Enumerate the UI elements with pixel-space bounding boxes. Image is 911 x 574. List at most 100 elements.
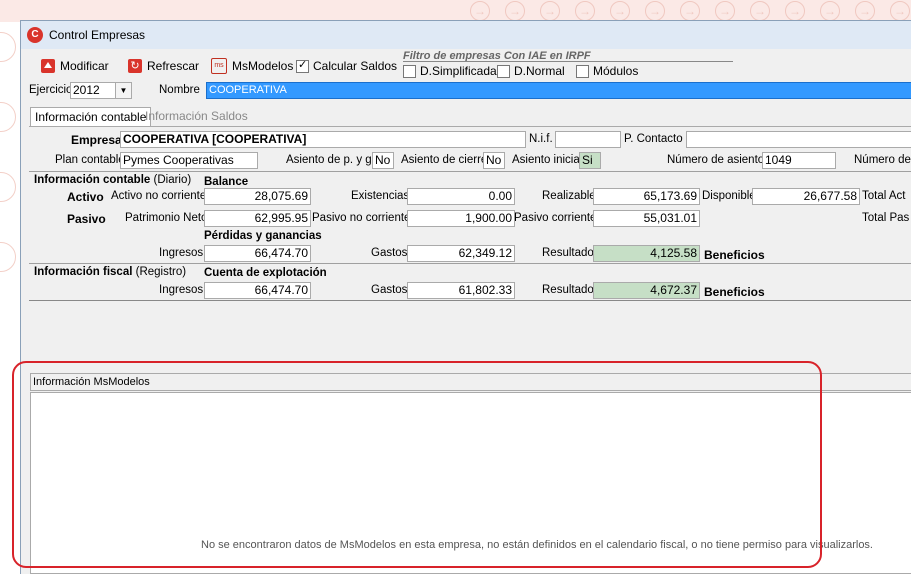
fiscal-gastos-label: Gastos <box>371 284 408 296</box>
window-title: Control Empresas <box>49 28 146 42</box>
filter-normal-label: D.Normal <box>514 64 565 78</box>
fiscal-ingresos-field: 66,474.70 <box>204 282 311 299</box>
asiento-pyg-field: No <box>372 152 394 169</box>
empresa-field: COOPERATIVA [COOPERATIVA] <box>120 131 526 148</box>
asiento-pyg-label: Asiento de p. y g. <box>286 154 375 166</box>
checkbox-icon <box>403 64 416 78</box>
filter-modulos-label: Módulos <box>593 64 639 78</box>
fiscal-resultado-label: Resultado <box>542 284 594 296</box>
existencias-field: 0.00 <box>407 188 515 205</box>
ejercicio-label: Ejercicio <box>29 84 73 96</box>
pasivo-no-corriente-field: 1,900.00 <box>407 210 515 227</box>
contacto-field <box>686 131 911 148</box>
pasivo-no-corriente-label: Pasivo no corriente <box>312 212 411 224</box>
arrow-icon: → <box>785 1 805 21</box>
divider <box>29 171 911 172</box>
edit-icon <box>41 59 55 73</box>
refresh-icon: ↻ <box>128 59 142 73</box>
arrow-icon: → <box>540 1 560 21</box>
num-asientos-field: 1049 <box>762 152 836 169</box>
num-asientos-label: Número de asientos <box>667 154 770 166</box>
patrimonio-neto-label: Patrimonio Neto <box>125 212 208 224</box>
asiento-inicial-label: Asiento inicial <box>512 154 583 166</box>
contable-title-text: Información contable <box>34 174 151 186</box>
filter-simplificada-label: D.Simplificada <box>420 64 497 78</box>
msmodelos-button[interactable]: ms MsModelos <box>211 57 293 75</box>
gastos-field: 62,349.12 <box>407 245 515 262</box>
calcular-saldos-checkbox[interactable]: Calcular Saldos <box>296 57 397 75</box>
refrescar-label: Refrescar <box>147 59 200 73</box>
fiscal-resultado-field: 4,672.37 <box>593 282 700 299</box>
fiscal-gastos-field: 61,802.33 <box>407 282 515 299</box>
fiscal-beneficios-label: Beneficios <box>704 285 765 299</box>
left-decoration <box>0 22 20 573</box>
activo-no-corriente-label: Activo no corriente <box>111 190 207 202</box>
msmodelos-panel-header: Información MsModelos <box>30 373 911 391</box>
disponible-field: 26,677.58 <box>752 188 860 205</box>
nombre-label: Nombre <box>159 84 200 96</box>
cuenta-explotacion-title: Cuenta de explotación <box>204 267 327 279</box>
filter-divider <box>403 61 733 62</box>
existencias-label: Existencias <box>351 190 410 202</box>
ingresos-label: Ingresos <box>159 247 204 259</box>
nombre-input[interactable]: COOPERATIVA <box>206 82 911 99</box>
title-bar: C Control Empresas <box>21 21 911 49</box>
arrow-icon: → <box>820 1 840 21</box>
filter-modulos-checkbox[interactable]: Módulos <box>576 64 638 78</box>
checkbox-checked-icon <box>296 58 309 73</box>
arrow-icon: → <box>505 1 525 21</box>
control-empresas-window: C Control Empresas Modificar ↻ Refrescar… <box>20 20 911 574</box>
nif-field <box>555 131 621 148</box>
arrow-icon: → <box>470 1 490 21</box>
total-pasivo-label: Total Pas <box>862 212 910 224</box>
chevron-down-icon[interactable]: ▼ <box>115 83 131 98</box>
gastos-label: Gastos <box>371 247 408 259</box>
fiscal-title-text: Información fiscal <box>34 266 133 278</box>
asiento-cierre-label: Asiento de cierre <box>401 154 488 166</box>
tab-informacion-contable[interactable]: Información contable <box>30 107 152 127</box>
ejercicio-select[interactable]: 2012 ▼ <box>70 82 132 99</box>
activo-label: Activo <box>67 190 104 204</box>
arrow-icon: → <box>715 1 735 21</box>
modificar-label: Modificar <box>60 59 109 73</box>
pasivo-corriente-label: Pasivo corriente <box>514 212 597 224</box>
arrow-icon: → <box>610 1 630 21</box>
msmodelos-empty-message: No se encontraron datos de MsModelos en … <box>201 539 873 551</box>
realizable-label: Realizable <box>542 190 596 202</box>
resultado-field: 4,125.58 <box>593 245 700 262</box>
asiento-inicial-field: Si <box>579 152 601 169</box>
realizable-field: 65,173.69 <box>593 188 700 205</box>
plan-contable-label: Plan contable <box>55 154 125 166</box>
pasivo-label: Pasivo <box>67 212 106 226</box>
arrow-icon: → <box>680 1 700 21</box>
contable-subtitle: (Diario) <box>153 174 192 186</box>
contacto-label: P. Contacto <box>624 133 683 145</box>
arrow-icon: → <box>575 1 595 21</box>
divider <box>29 300 911 301</box>
beneficios-label: Beneficios <box>704 248 765 262</box>
fiscal-title: Información fiscal (Registro) <box>34 266 186 278</box>
msmodelos-icon: ms <box>211 58 227 74</box>
resultado-label: Resultado <box>542 247 594 259</box>
activo-no-corriente-field: 28,075.69 <box>204 188 311 205</box>
refrescar-button[interactable]: ↻ Refrescar <box>128 57 199 75</box>
arrow-icon: → <box>750 1 770 21</box>
empresa-label: Empresa <box>71 133 122 147</box>
patrimonio-neto-field: 62,995.95 <box>204 210 311 227</box>
checkbox-icon <box>497 64 510 78</box>
tab-informacion-saldos[interactable]: Información Saldos <box>141 107 252 126</box>
filter-normal-checkbox[interactable]: D.Normal <box>497 64 565 78</box>
app-logo-icon: C <box>27 27 43 43</box>
arrow-icon: → <box>855 1 875 21</box>
filter-simplificada-checkbox[interactable]: D.Simplificada <box>403 64 497 78</box>
balance-label: Balance <box>204 176 249 188</box>
asiento-cierre-field: No <box>483 152 505 169</box>
fiscal-ingresos-label: Ingresos <box>159 284 204 296</box>
fiscal-subtitle: (Registro) <box>135 266 187 278</box>
plan-contable-field: Pymes Cooperativas <box>120 152 258 169</box>
modificar-button[interactable]: Modificar <box>41 57 109 75</box>
ingresos-field: 66,474.70 <box>204 245 311 262</box>
msmodelos-label: MsModelos <box>232 59 294 73</box>
divider <box>29 263 911 264</box>
arrow-icon: → <box>890 1 910 21</box>
